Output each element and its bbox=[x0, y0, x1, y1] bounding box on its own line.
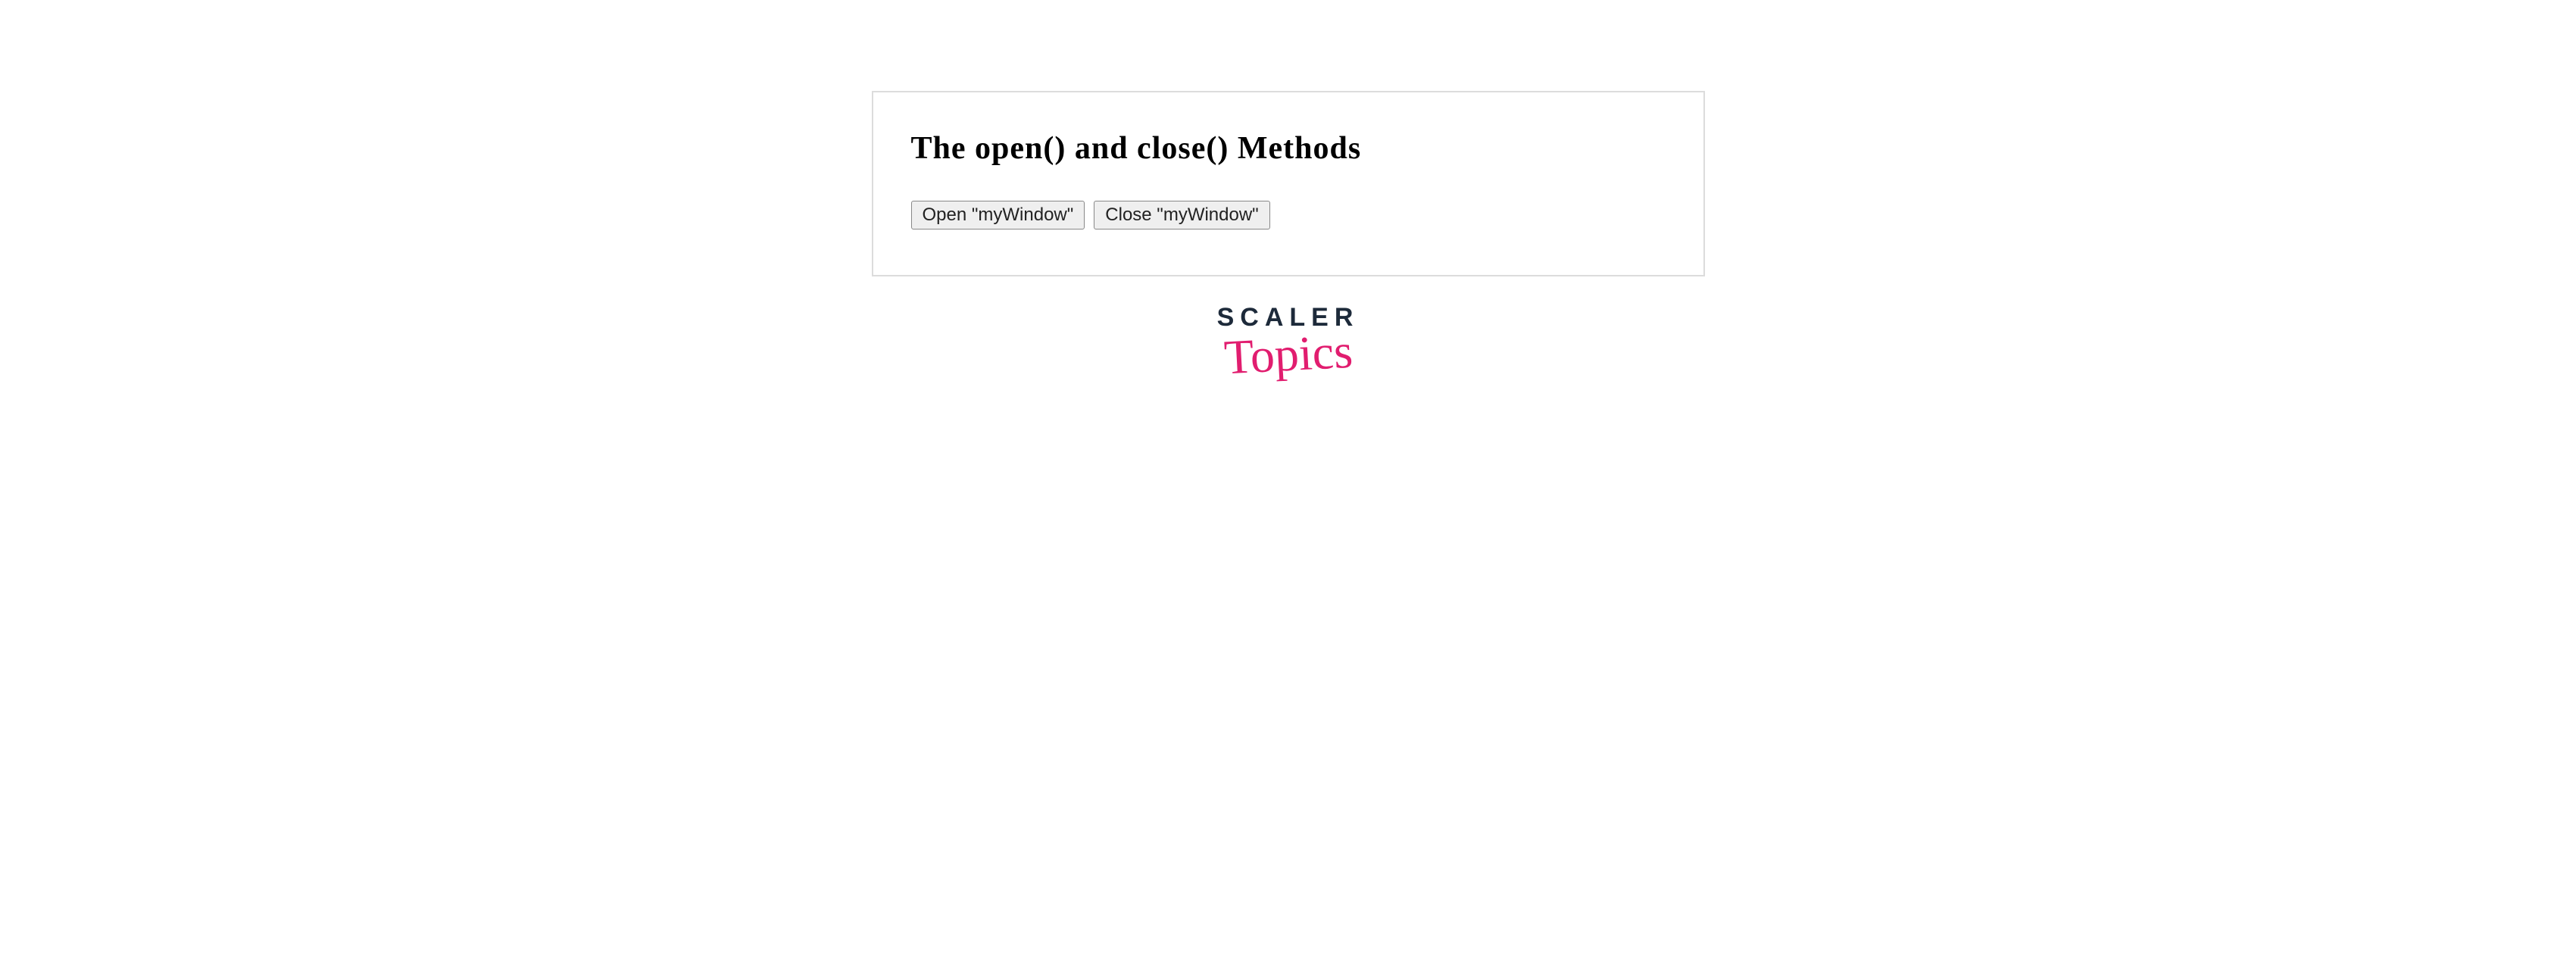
demo-panel: The open() and close() Methods Open "myW… bbox=[872, 91, 1705, 276]
panel-heading: The open() and close() Methods bbox=[911, 130, 1666, 167]
brand-subtitle: Topics bbox=[1216, 323, 1360, 386]
button-row: Open "myWindow" Close "myWindow" bbox=[911, 201, 1666, 229]
close-window-button[interactable]: Close "myWindow" bbox=[1094, 201, 1269, 229]
brand-logo: SCALER Topics bbox=[1217, 303, 1360, 382]
open-window-button[interactable]: Open "myWindow" bbox=[911, 201, 1085, 229]
